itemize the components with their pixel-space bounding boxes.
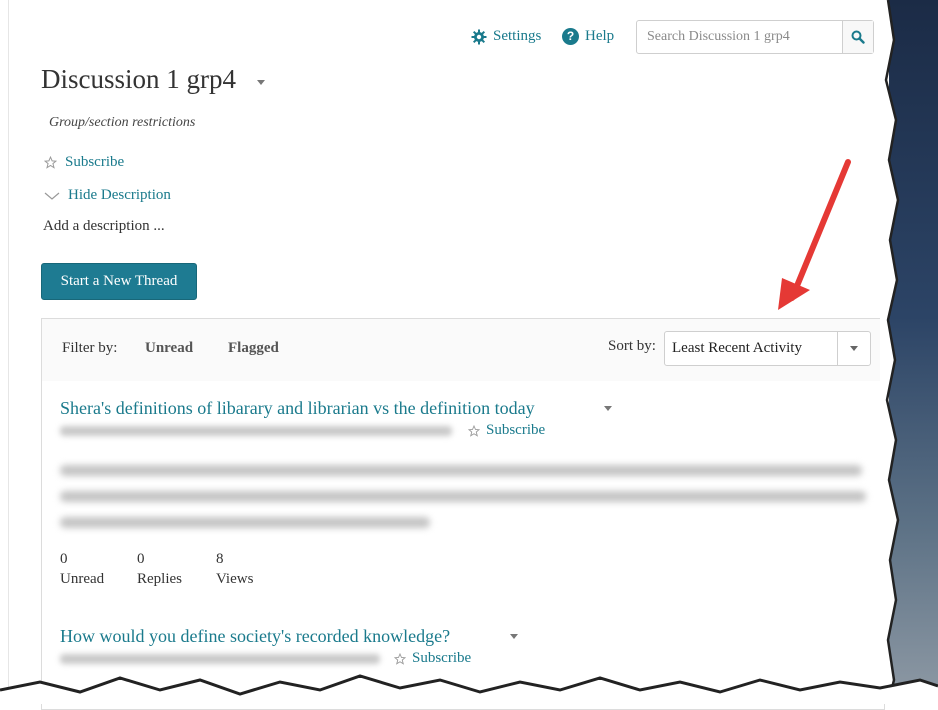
gear-icon bbox=[471, 29, 487, 44]
sort-label: Sort by: bbox=[608, 338, 656, 354]
subscribe-link[interactable]: Subscribe bbox=[44, 154, 124, 171]
chevron-down-icon bbox=[44, 192, 60, 200]
thread-preview-line bbox=[60, 465, 862, 476]
description-text: Add a description ... bbox=[43, 218, 165, 234]
stat-value: 0 bbox=[137, 551, 145, 567]
thread-title[interactable]: How would you define society's recorded … bbox=[60, 626, 450, 647]
filter-flagged[interactable]: Flagged bbox=[228, 340, 279, 357]
thread-item: Shera's definitions of libarary and libr… bbox=[41, 381, 885, 610]
star-icon bbox=[468, 424, 480, 437]
search-input[interactable] bbox=[637, 21, 842, 53]
search-icon bbox=[851, 30, 865, 44]
star-icon bbox=[44, 156, 57, 169]
page-title: Discussion 1 grp4 bbox=[41, 64, 236, 94]
thread-title[interactable]: Shera's definitions of libarary and libr… bbox=[60, 398, 535, 419]
filter-unread[interactable]: Unread bbox=[145, 340, 193, 357]
search-button[interactable] bbox=[841, 21, 873, 53]
stat-label: Replies bbox=[137, 571, 182, 587]
thread-preview-line bbox=[60, 491, 866, 502]
search-box bbox=[636, 20, 874, 54]
stat-unread: 0 Unread bbox=[60, 551, 104, 588]
discussion-page: Settings ? Help Discussion 1 grp4 Group/… bbox=[8, 0, 889, 710]
sort-dropdown-toggle[interactable] bbox=[837, 332, 870, 365]
thread-author-meta bbox=[60, 426, 452, 436]
sort-select[interactable]: Least Recent Activity bbox=[664, 331, 871, 366]
help-icon: ? bbox=[562, 28, 579, 45]
caret-down-icon[interactable] bbox=[604, 406, 612, 411]
filter-sort-bar: Filter by: Unread Flagged Sort by: Least… bbox=[41, 318, 885, 382]
caret-down-icon bbox=[850, 346, 858, 351]
help-link[interactable]: ? Help bbox=[562, 28, 614, 45]
torn-edge-right bbox=[880, 0, 900, 704]
thread-preview-line bbox=[60, 517, 430, 528]
sort-selected-value: Least Recent Activity bbox=[672, 340, 802, 356]
restrictions-note: Group/section restrictions bbox=[49, 115, 196, 130]
settings-link[interactable]: Settings bbox=[471, 28, 541, 45]
subscribe-label: Subscribe bbox=[65, 154, 125, 170]
stat-views: 8 Views bbox=[216, 551, 253, 588]
stat-replies: 0 Replies bbox=[137, 551, 182, 588]
thread-subscribe-label: Subscribe bbox=[486, 422, 546, 438]
red-arrow-annotation bbox=[778, 159, 851, 310]
stat-value: 8 bbox=[216, 551, 224, 567]
hide-description-link[interactable]: Hide Description bbox=[44, 187, 171, 204]
settings-label: Settings bbox=[493, 28, 542, 44]
filter-label: Filter by: bbox=[62, 340, 118, 356]
stat-label: Unread bbox=[60, 571, 105, 587]
stat-value: 0 bbox=[60, 551, 68, 567]
thread-subscribe-link[interactable]: Subscribe bbox=[468, 422, 545, 439]
caret-down-icon[interactable] bbox=[257, 80, 265, 85]
caret-down-icon[interactable] bbox=[510, 634, 518, 639]
torn-edge-bottom bbox=[0, 674, 938, 704]
start-new-thread-button[interactable]: Start a New Thread bbox=[41, 263, 197, 300]
help-label: Help bbox=[585, 28, 615, 44]
hide-description-label: Hide Description bbox=[68, 187, 171, 203]
stat-label: Views bbox=[216, 571, 254, 587]
